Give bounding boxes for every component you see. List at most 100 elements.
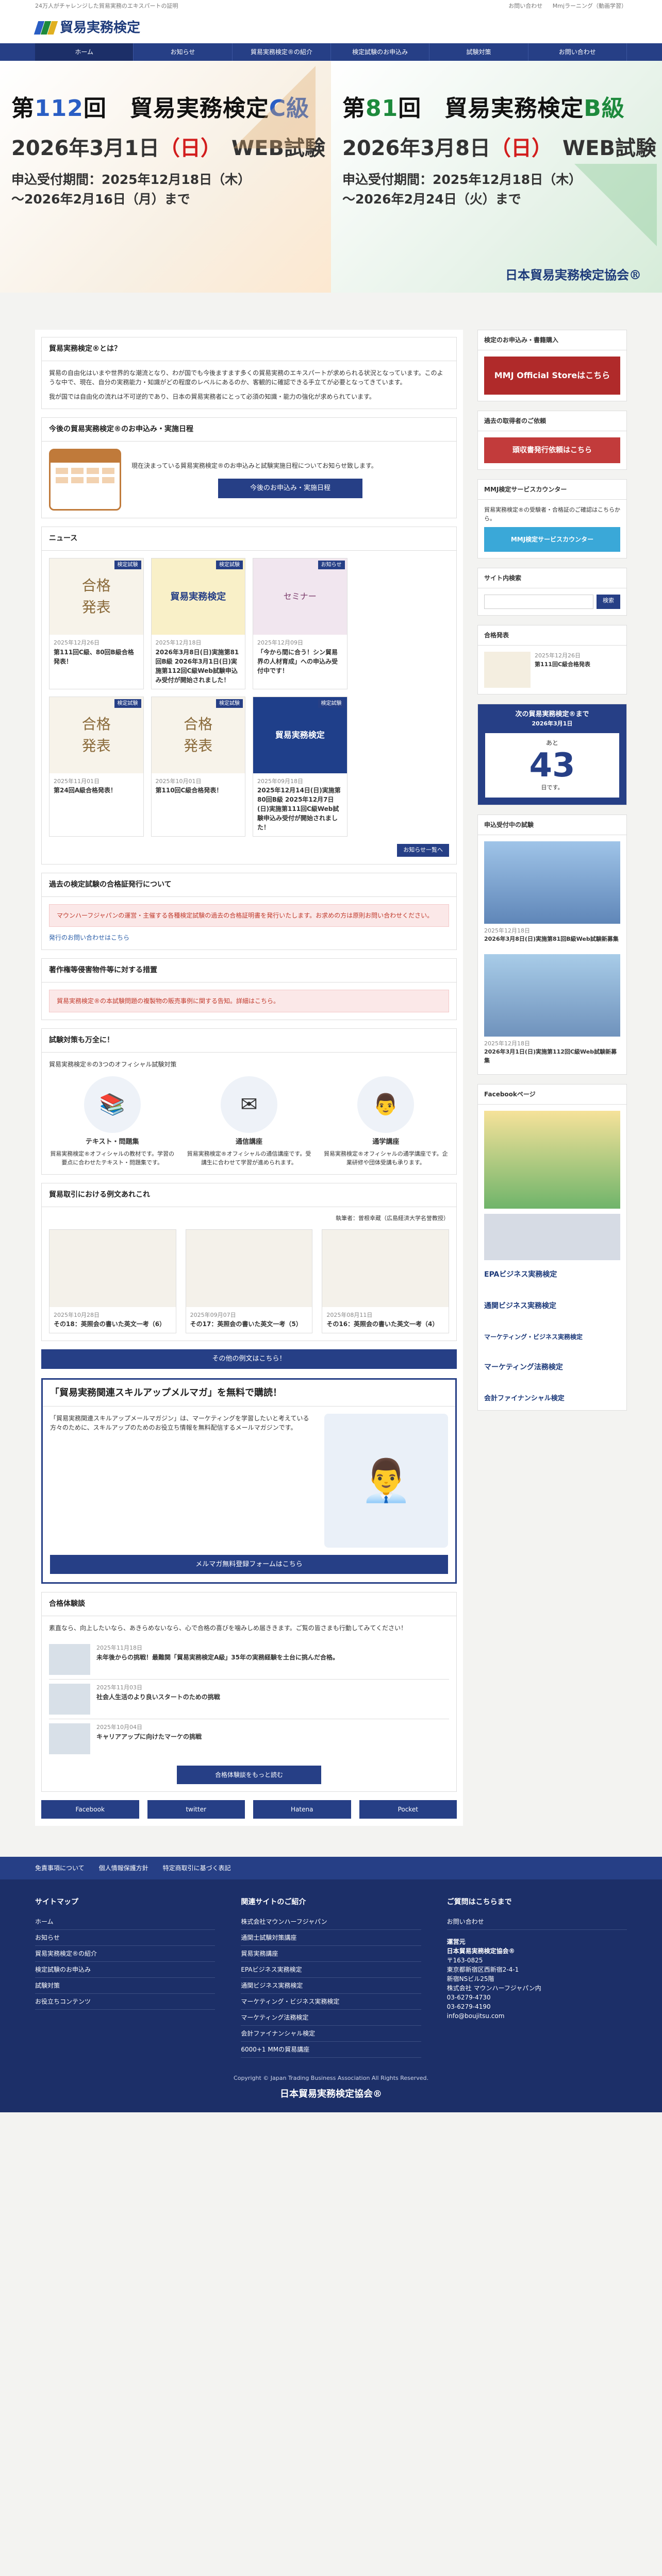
share-hatena-button[interactable]: Hatena [253, 1800, 351, 1819]
commerce-law-link[interactable]: 特定商取引に基づく表記 [163, 1863, 231, 1873]
share-buttons: Facebook twitter Hatena Pocket [41, 1800, 457, 1819]
search-button[interactable]: 検索 [597, 595, 620, 609]
share-facebook-button[interactable]: Facebook [41, 1800, 139, 1819]
exam-image: 貿易実務検定 [170, 591, 226, 602]
sidebar-mmj: MMJ検定サービスカウンター 貿易実務検定®の受験者・合格証のご確認はこちらから。… [477, 479, 627, 558]
trade-item[interactable]: 2025年10月28日 その18：英照会の書いた英文一考（6） [49, 1229, 176, 1333]
past-exam-link[interactable]: 発行のお問い合わせはこちら [49, 934, 129, 941]
fax: 03-6279-4190 [446, 2003, 491, 2010]
mailmag-button[interactable]: メルマガ無料登録フォームはこちら [50, 1554, 448, 1574]
hero-c-class: 第112回 貿易実務検定C級 2026年3月1日（日） WEB試験 申込受付期間… [0, 61, 331, 293]
countdown: 次の貿易実務検定®まで 2026年3月1日 あと 43 日です。 [477, 704, 627, 805]
trade-item[interactable]: 2025年09月07日 その17：英照会の書いた英文一考（5） [185, 1229, 313, 1333]
site-logo[interactable]: 貿易実務検定 [34, 18, 140, 38]
footer-contact: ご質問はこちらまで お問い合わせ 運営元 日本貿易実務検定協会® 〒163-08… [446, 1897, 627, 2058]
related-banner[interactable]: マーケティング・ビジネス実務検定 [484, 1332, 620, 1342]
facebook-widget[interactable] [484, 1111, 620, 1209]
measure-correspondence[interactable]: ✉ 通信講座 貿易実務検定®オフィシャルの通信講座です。受講生に合わせて学習が進… [186, 1076, 312, 1167]
mmj-counter-button[interactable]: MMJ検定サービスカウンター [484, 527, 620, 552]
measures-section: 試験対策も万全に！ 貿易実務検定®の3つのオフィシャル試験対策 📚 テキスト・問… [41, 1028, 457, 1175]
about-section: 貿易実務検定®とは？ 貿易の自由化はいまや世界的な潮流となり、わが国でも今後ます… [41, 337, 457, 409]
testimonials-more-button[interactable]: 合格体験談をもっと読む [177, 1766, 321, 1784]
nav-about[interactable]: 貿易実務検定®の紹介 [233, 43, 331, 61]
store-banner[interactable]: MMJ Official Storeはこちら [484, 357, 620, 395]
measure-classroom[interactable]: 👨 通学講座 貿易実務検定®オフィシャルの通学講座です。企業研修や団体受講も承り… [323, 1076, 449, 1167]
copyright-section: 著作権等侵害物件等に対する措置 貿易実務検定®の本試験問題の複製物の販売事例に関… [41, 958, 457, 1020]
schedule-section: 今後の貿易実務検定®のお申込み・実施日程 現在決まっている貿易実務検定®のお申込… [41, 417, 457, 518]
footer-related: 関連サイトのご紹介 株式会社マウンハーフジャパン 通関士試験対策講座 貿易実務講座 E… [241, 1897, 421, 2058]
privacy-link[interactable]: 個人情報保護方針 [99, 1863, 148, 1873]
sidebar-apply: 検定のお申込み・書籍購入 MMJ Official Storeはこちら [477, 330, 627, 401]
hero-org-logo: 日本貿易実務検定協会® [505, 267, 641, 282]
nav-measures[interactable]: 試験対策 [429, 43, 528, 61]
nav-apply[interactable]: 検定試験のお申込み [331, 43, 430, 61]
footer-logo: 日本貿易実務検定協会® [280, 2088, 382, 2099]
news-item[interactable]: 検定試験 合格 発表 2025年12月26日 第111回C級、80回B級合格発表！ [49, 558, 144, 689]
teacher-icon: 👨 [357, 1076, 415, 1133]
news-item[interactable]: 検定試験 合格 発表 2025年10月01日 第110回C級合格発表！ [151, 696, 245, 837]
main-content: 貿易実務検定®とは？ 貿易の自由化はいまや世界的な潮流となり、わが国でも今後ます… [35, 330, 463, 1826]
countdown-days: 43 [529, 747, 575, 785]
share-pocket-button[interactable]: Pocket [359, 1800, 457, 1819]
news-item[interactable]: 検定試験 貿易実務検定 2025年09月18日 2025年12月14日(日)実施第8… [253, 696, 347, 837]
footer-sitemap: サイトマップ ホーム お知らせ 貿易実務検定®の紹介 検定試験のお申込み 試験対策 お役立… [35, 1897, 216, 2058]
news-item[interactable]: 検定試験 貿易実務検定 2025年12月18日 2026年3月8日(日)実施第81回… [151, 558, 245, 689]
news-item[interactable]: お知らせ セミナー 2025年12月09日 「今から間に合う！シン貿易界の人材育成」… [253, 558, 347, 689]
past-exam-section: 過去の検定試験の合格証発行について マウンハーフジャパンの運営・主催する各種検定… [41, 872, 457, 950]
nav-contact[interactable]: お問い合わせ [528, 43, 627, 61]
receipt-banner[interactable]: 頭収書発行依頼はこちら [484, 437, 620, 463]
top-utility-bar: 24万人がチャレンジした貿易実務のエキスパートの証明 お問い合わせ Mmjラーニ… [0, 0, 662, 12]
testimonial-item[interactable]: 2025年11月18日 未年後からの挑戦！最難関「貿易実務検定A級」35年の実務経… [49, 1640, 449, 1680]
nav-home[interactable]: ホーム [35, 43, 134, 61]
exam-image: 貿易実務検定 [275, 730, 325, 740]
open-exam-item[interactable]: 2025年12月18日 2026年3月1日(日)実施第112回C級Web試験新募集 [484, 954, 620, 1069]
testimonials-section: 合格体験談 素直なら、向上したいなら、あきらめないなら、心で合格の喜びを噛みしめ… [41, 1592, 457, 1792]
nav-news[interactable]: お知らせ [134, 43, 233, 61]
sidebar: 検定のお申込み・書籍購入 MMJ Official Storeはこちら 過去の取得… [477, 330, 627, 1826]
trade-item[interactable]: 2025年08月11日 その16：英照会の書いた英文一考（4） [322, 1229, 450, 1333]
hero-b-class: 第81回 貿易実務検定B級 2026年3月8日（日） WEB試験 申込受付期間：… [331, 61, 662, 293]
schedule-button[interactable]: 今後のお申込み・実施日程 [218, 479, 362, 498]
tagline: 24万人がチャレンジした貿易実務のエキスパートの証明 [35, 2, 178, 9]
copyright-bar: Copyright © Japan Trading Business Assoc… [0, 2068, 662, 2112]
businessman-illustration: 👨‍💼 [324, 1413, 448, 1548]
sidebar-search: サイト内検索 検索 [477, 568, 627, 616]
news-more-button[interactable]: お知らせ一覧へ [397, 844, 449, 857]
phone: 03-6279-4730 [446, 1994, 491, 2001]
open-exam-item[interactable]: 2025年12月18日 2026年3月8日(日)実施第81回B級Web試験新募集 [484, 841, 620, 947]
hero-banner[interactable]: 第112回 貿易実務検定C級 2026年3月1日（日） WEB試験 申込受付期間… [0, 61, 662, 293]
header: 貿易実務検定 [0, 12, 662, 43]
main-nav: ホーム お知らせ 貿易実務検定®の紹介 検定試験のお申込み 試験対策 お問い合わ… [0, 43, 662, 61]
related-banner[interactable]: 通関ビジネス実務検定 [484, 1301, 620, 1312]
measure-text[interactable]: 📚 テキスト・問題集 貿易実務検定®オフィシャルの教材です。学習の要点に合わせた… [49, 1076, 175, 1167]
contact-link[interactable]: お問い合わせ [508, 3, 542, 9]
mail-icon: ✉ [220, 1076, 277, 1133]
testimonial-item[interactable]: 2025年10月04日 キャリアアップに向けたマーケの挑戦 [49, 1719, 449, 1758]
disclaimer-link[interactable]: 免責事項について [35, 1863, 85, 1873]
search-input[interactable] [484, 595, 593, 609]
logo-mark-icon [34, 20, 58, 36]
news-section: ニュース 検定試験 合格 発表 2025年12月26日 第111回C級、80回B級合格… [41, 527, 457, 865]
email[interactable]: info@boujitsu.com [447, 2011, 627, 2021]
related-banner[interactable]: EPAビジネス実務検定 [484, 1269, 620, 1280]
trade-examples-section: 貿易取引における例文あれこれ 執筆者：曽根幸蔵（広島経済大学名誉教授） 2025… [41, 1183, 457, 1341]
pass-image: 合格 発表 [81, 577, 111, 616]
testimonial-item[interactable]: 2025年11月03日 社会人生活のより良いスタートのための挑戦 [49, 1680, 449, 1719]
pass-image: 合格 発表 [81, 715, 111, 754]
learning-link[interactable]: Mmjラーニング（動画学習） [553, 3, 627, 9]
related-banner[interactable]: マーケティング法務検定 [484, 1362, 620, 1373]
footer-links: 免責事項について 個人情報保護方針 特定商取引に基づく表記 [0, 1857, 662, 1879]
mailmag-section: 「貿易実務関連スキルアップメルマガ」を無料で購読！ 「貿易実務関連スキルアップメ… [41, 1378, 457, 1584]
sidebar-open-exams: 申込受付中の試験 2025年12月18日 2026年3月8日(日)実施第81回B級… [477, 814, 627, 1075]
trade-more-button[interactable]: その他の例文はこちら！ [41, 1349, 457, 1369]
seminar-image: セミナー [283, 591, 317, 601]
pass-image: 合格 発表 [184, 715, 213, 754]
news-item[interactable]: 検定試験 合格 発表 2025年11月01日 第24回A級合格発表！ [49, 696, 144, 837]
share-twitter-button[interactable]: twitter [147, 1800, 245, 1819]
footer: サイトマップ ホーム お知らせ 貿易実務検定®の紹介 検定試験のお申込み 試験対策 お役立… [0, 1879, 662, 2068]
calendar-icon [49, 449, 121, 511]
sidebar-pastexam: 過去の取得者のご依頼 頭収書発行依頼はこちら [477, 411, 627, 470]
book-icon: 📚 [84, 1076, 141, 1133]
related-banner[interactable]: 会計ファイナンシャル検定 [484, 1394, 620, 1404]
sidebar-pass: 合格発表 2025年12月26日 第111回C級合格発表 [477, 625, 627, 694]
